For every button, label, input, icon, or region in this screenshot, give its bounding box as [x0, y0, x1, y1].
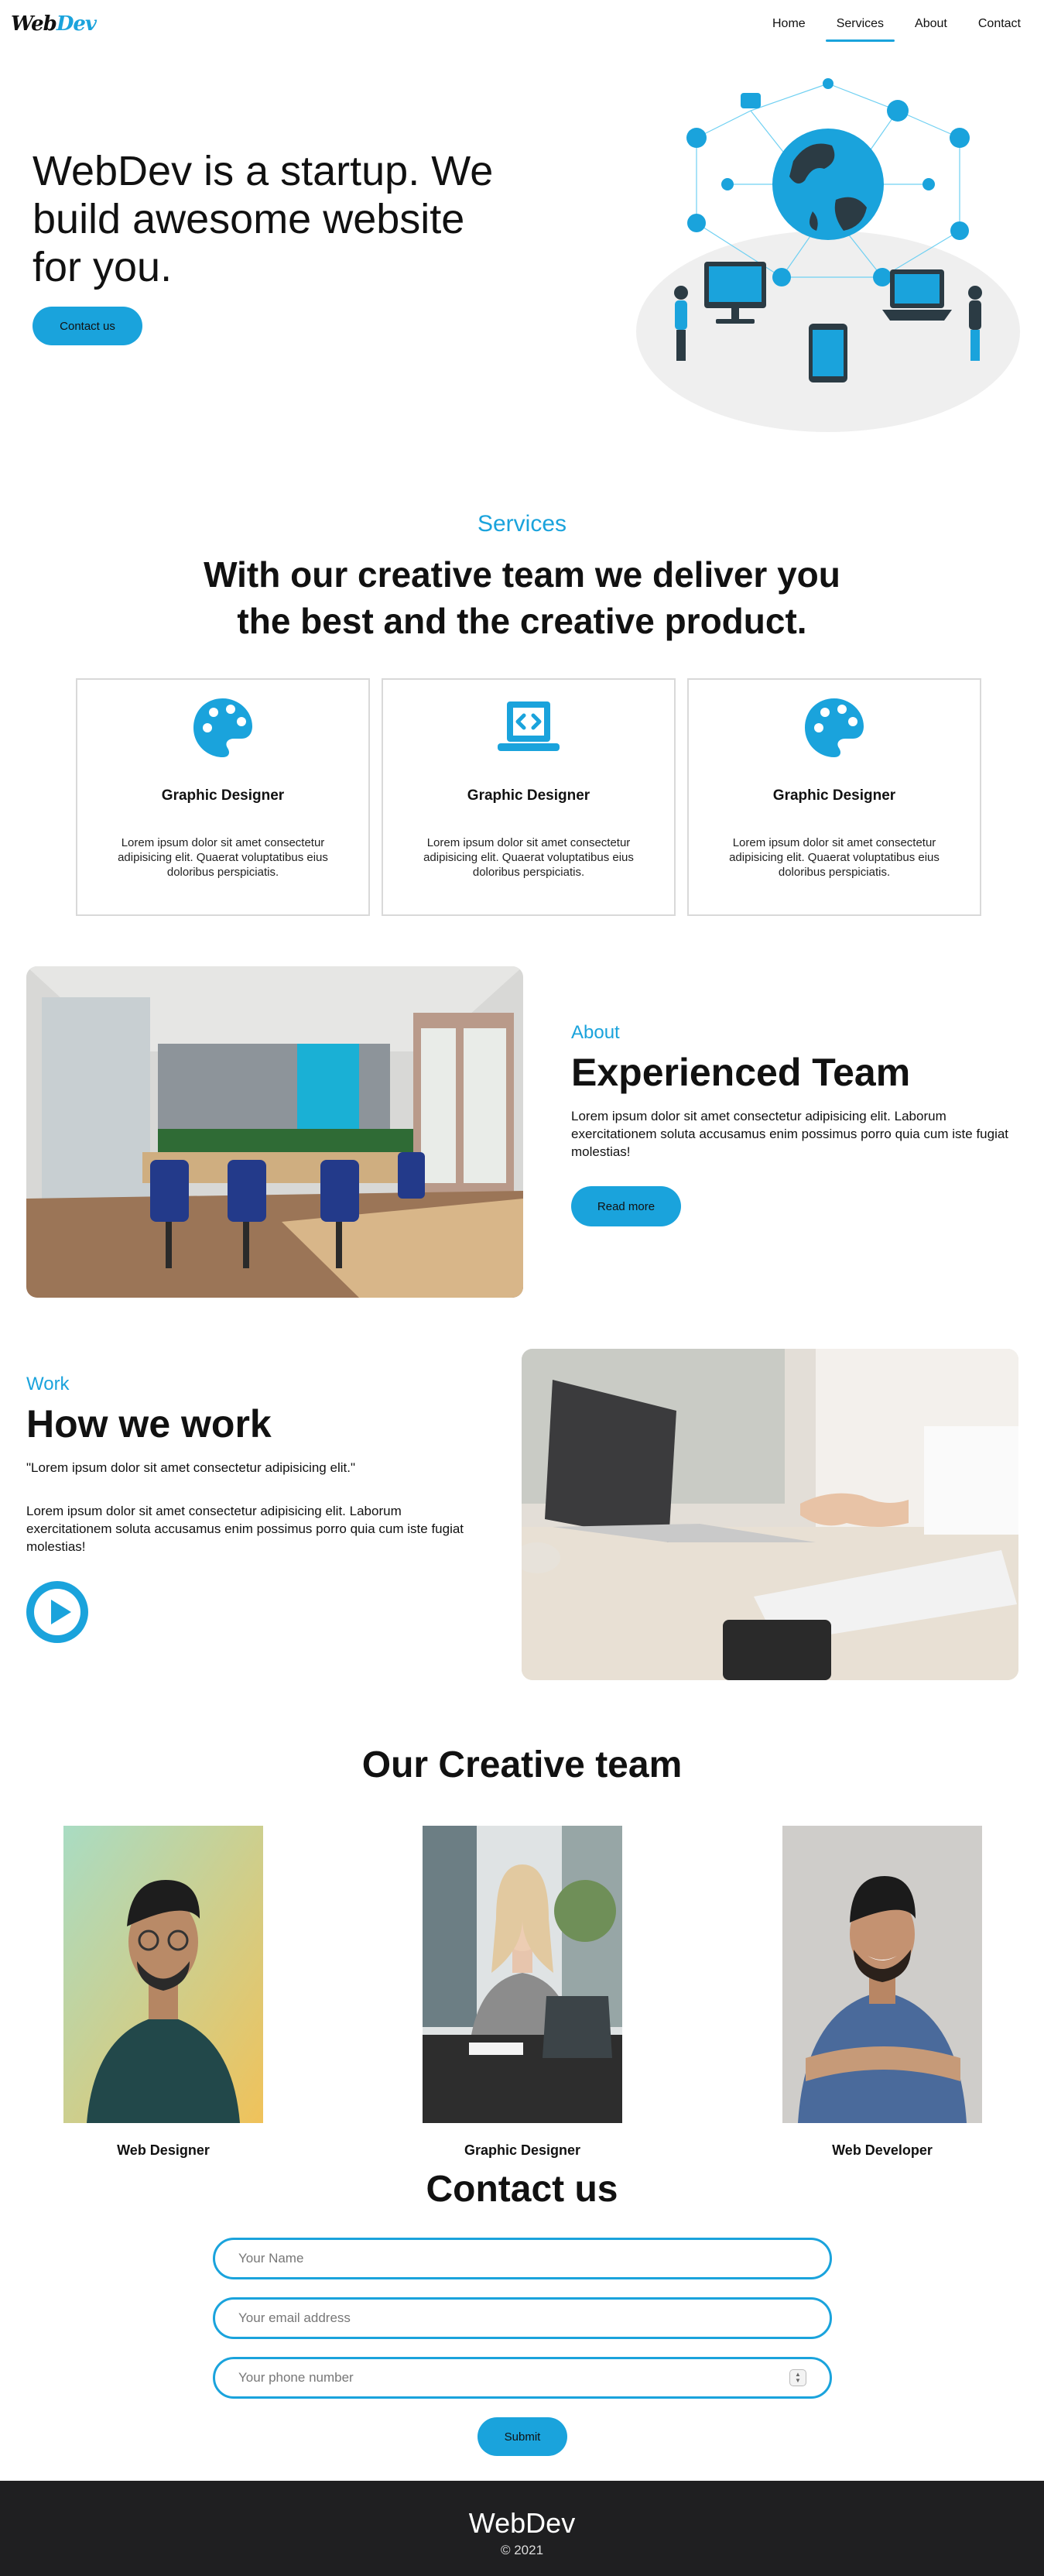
main-nav: Home Services About Contact: [772, 17, 1021, 42]
team-member-photo: [423, 1826, 622, 2123]
team-member-role: Graphic Designer: [464, 2142, 581, 2158]
name-field[interactable]: [213, 2238, 832, 2279]
read-more-button[interactable]: Read more: [571, 1186, 681, 1226]
service-card-title: Graphic Designer: [467, 787, 590, 804]
team-member-role: Web Developer: [832, 2142, 933, 2158]
work-eyebrow: Work: [26, 1374, 70, 1394]
service-card: Graphic Designer Lorem ipsum dolor sit a…: [687, 678, 981, 916]
submit-button[interactable]: Submit: [478, 2417, 567, 2456]
service-card: Graphic Designer Lorem ipsum dolor sit a…: [382, 678, 676, 916]
service-card-title: Graphic Designer: [772, 787, 896, 804]
number-spinner-icon[interactable]: ▲ ▼: [789, 2369, 806, 2386]
palette-icon: [805, 698, 864, 757]
about-eyebrow: About: [571, 1022, 620, 1043]
footer-copyright: © 2021: [500, 2543, 544, 2557]
about-text: Lorem ipsum dolor sit amet consectetur a…: [571, 1109, 1009, 1159]
about-title: Experienced Team: [571, 1051, 911, 1094]
nav-services[interactable]: Services: [825, 17, 895, 42]
hero-title: WebDev is a startup. We build awesome we…: [33, 148, 494, 290]
phone-field[interactable]: [213, 2357, 832, 2399]
team-member-photo: [782, 1826, 982, 2123]
laptop-work-photo: [522, 1349, 1018, 1680]
service-card-text: Lorem ipsum dolor sit amet consectetur a…: [118, 836, 328, 879]
team-member: Web Developer: [782, 1826, 982, 2159]
team-title: Our Creative team: [361, 1744, 683, 1785]
palette-icon: [193, 698, 252, 757]
service-card-text: Lorem ipsum dolor sit amet consectetur a…: [423, 836, 634, 879]
team-member: Web Designer: [63, 1826, 263, 2159]
services-title-line2: the best and the creative product.: [237, 601, 807, 641]
brand-logo[interactable]: WebDev: [11, 12, 97, 36]
footer: WebDev © 2021: [0, 2481, 1044, 2576]
nav-contact[interactable]: Contact: [978, 17, 1021, 31]
email-field[interactable]: [213, 2297, 832, 2339]
team-member-role: Web Designer: [117, 2142, 210, 2158]
brand-logo-part2: Dev: [56, 12, 97, 36]
office-photo: [26, 966, 523, 1298]
work-text: Lorem ipsum dolor sit amet consectetur a…: [26, 1504, 464, 1554]
contact-us-button[interactable]: Contact us: [33, 307, 142, 345]
nav-home[interactable]: Home: [772, 17, 806, 31]
services-title: With our creative team we deliver you the…: [0, 551, 1044, 644]
work-quote: "Lorem ipsum dolor sit amet consectetur …: [26, 1460, 355, 1475]
hero-illustration: [636, 78, 1020, 432]
team-member-photo: [63, 1826, 263, 2123]
work-title: How we work: [26, 1402, 272, 1446]
laptop-code-icon: [498, 701, 560, 751]
brand-logo-part1: Web: [11, 12, 57, 36]
contact-title: Contact us: [426, 2169, 618, 2210]
service-card: Graphic Designer Lorem ipsum dolor sit a…: [76, 678, 370, 916]
nav-about[interactable]: About: [915, 17, 947, 31]
services-eyebrow: Services: [477, 511, 567, 537]
team-member: Graphic Designer: [423, 1826, 622, 2159]
service-card-title: Graphic Designer: [161, 787, 285, 804]
service-card-text: Lorem ipsum dolor sit amet consectetur a…: [729, 836, 940, 879]
play-icon[interactable]: [26, 1581, 88, 1643]
services-title-line1: With our creative team we deliver you: [204, 554, 840, 595]
footer-brand: WebDev: [468, 2507, 576, 2539]
